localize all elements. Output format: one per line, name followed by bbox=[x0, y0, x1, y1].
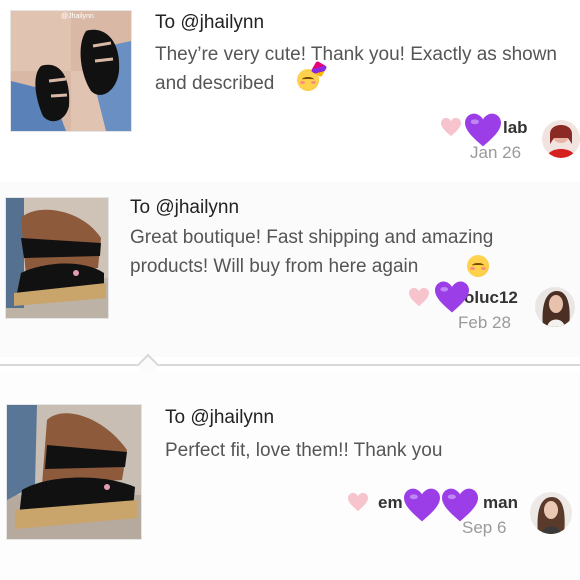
purple-heart-icon bbox=[435, 281, 469, 313]
review-recipient: To @jhailynn bbox=[130, 197, 240, 218]
review-message-text: They’re very cute! Thank you! Exactly as… bbox=[155, 44, 557, 94]
reviewer-avatar[interactable] bbox=[535, 287, 575, 327]
purple-heart-icon bbox=[442, 488, 478, 522]
purple-heart-icon bbox=[404, 488, 440, 522]
review-message: Perfect fit, love them!! Thank you bbox=[165, 436, 565, 465]
review-message-text: Perfect fit, love them!! Thank you bbox=[165, 440, 443, 461]
product-thumbnail[interactable]: @Jhailynn bbox=[10, 10, 132, 132]
sandals-photo bbox=[11, 11, 131, 131]
heart-outline-icon[interactable] bbox=[347, 492, 369, 512]
smiling-face-emoji-icon bbox=[467, 255, 489, 277]
review-recipient: To @jhailynn bbox=[165, 407, 275, 428]
heart-outline-icon[interactable] bbox=[440, 117, 462, 137]
product-thumbnail[interactable] bbox=[6, 404, 142, 540]
reviewer-avatar[interactable] bbox=[542, 120, 580, 158]
thumbnail-watermark: @Jhailynn bbox=[61, 13, 94, 20]
review-recipient: To @jhailynn bbox=[155, 12, 265, 33]
review-message: They’re very cute! Thank you! Exactly as… bbox=[155, 40, 580, 98]
review-message-text: Great boutique! Fast shipping and amazin… bbox=[130, 227, 494, 277]
reviewer-username[interactable]: em bbox=[378, 493, 403, 513]
heart-outline-icon[interactable] bbox=[408, 287, 430, 307]
reviewer-username-end[interactable]: man bbox=[483, 493, 518, 513]
reviewer-username[interactable]: oluc12 bbox=[464, 288, 518, 308]
review-date: Feb 28 bbox=[458, 313, 511, 332]
sandals-photo bbox=[7, 405, 141, 539]
review-card: To @jhailynn Great boutique! Fast shippi… bbox=[0, 182, 580, 357]
reviewer-username[interactable]: lab bbox=[503, 118, 528, 138]
review-card: To @jhailynn Perfect fit, love them!! Th… bbox=[0, 372, 580, 580]
reviewer-avatar[interactable] bbox=[530, 492, 572, 534]
section-divider bbox=[0, 364, 580, 366]
partying-face-emoji-icon bbox=[297, 69, 319, 91]
product-thumbnail[interactable] bbox=[5, 197, 109, 319]
sandals-photo bbox=[6, 198, 108, 318]
purple-heart-icon bbox=[465, 113, 501, 147]
review-card: @Jhailynn To @jhailynn They’re very cute… bbox=[0, 0, 580, 180]
